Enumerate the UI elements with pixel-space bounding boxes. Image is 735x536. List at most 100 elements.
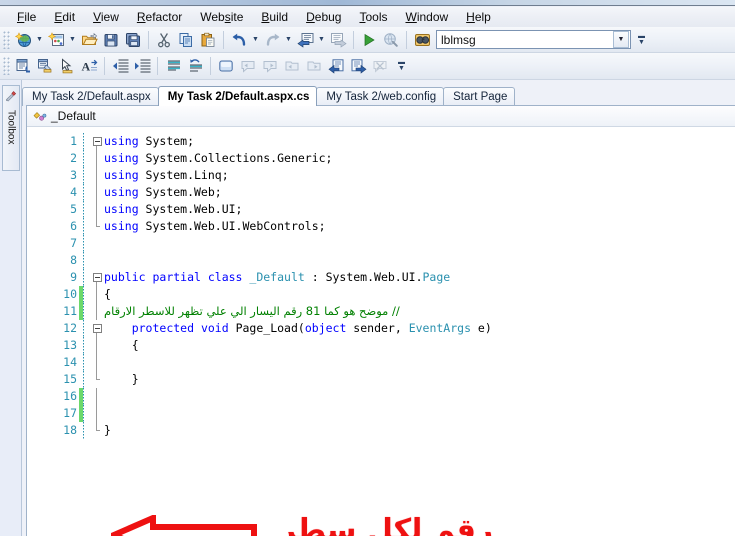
format-icon[interactable]: A <box>78 55 100 77</box>
collapse-toggle-icon[interactable] <box>93 324 102 333</box>
menu-item-file[interactable]: File <box>8 8 45 26</box>
outlining-margin[interactable] <box>90 354 104 371</box>
outlining-margin[interactable] <box>90 252 104 269</box>
code-line[interactable]: 2using System.Collections.Generic; <box>27 150 735 167</box>
code-line[interactable]: 17 <box>27 405 735 422</box>
document-tab-3[interactable]: Start Page <box>443 87 515 106</box>
redo-icon[interactable] <box>261 29 283 51</box>
next-bookmark-folder-icon[interactable] <box>303 55 325 77</box>
code-line[interactable]: 15 } <box>27 371 735 388</box>
code-line[interactable]: 18} <box>27 422 735 439</box>
code-pane[interactable]: 1using System;2using System.Collections.… <box>27 127 735 536</box>
new-website-icon[interactable] <box>12 29 34 51</box>
collapse-toggle-icon[interactable] <box>93 137 102 146</box>
code-line[interactable]: 7 <box>27 235 735 252</box>
toolbar-grip[interactable] <box>3 31 10 49</box>
menu-item-tools[interactable]: Tools <box>350 8 396 26</box>
document-tab-2[interactable]: My Task 2/web.config <box>316 87 444 106</box>
outlining-margin[interactable] <box>90 150 104 167</box>
display-window-icon[interactable] <box>12 55 34 77</box>
navigate-forward-icon[interactable] <box>327 29 349 51</box>
navigate-backward-icon[interactable] <box>294 29 316 51</box>
code-line[interactable]: 4using System.Web; <box>27 184 735 201</box>
code-line[interactable]: 10{ <box>27 286 735 303</box>
code-line[interactable]: 6using System.Web.UI.WebControls; <box>27 218 735 235</box>
outlining-margin[interactable] <box>90 337 104 354</box>
menu-item-refactor[interactable]: Refactor <box>128 8 191 26</box>
copy-icon[interactable] <box>175 29 197 51</box>
menu-item-build[interactable]: Build <box>252 8 297 26</box>
menu-item-window[interactable]: Window <box>396 8 457 26</box>
paste-icon[interactable] <box>197 29 219 51</box>
line-number: 3 <box>27 167 79 184</box>
outlining-margin[interactable] <box>90 133 104 150</box>
clear-bookmarks-icon[interactable] <box>369 55 391 77</box>
find-in-files-icon[interactable] <box>411 29 433 51</box>
menu-item-help[interactable]: Help <box>457 8 500 26</box>
type-navigation-combo[interactable]: _Default <box>33 107 104 126</box>
toggle-bookmark-icon[interactable] <box>215 55 237 77</box>
code-line[interactable]: 14 <box>27 354 735 371</box>
view-in-browser-icon[interactable] <box>380 29 402 51</box>
menu-item-website[interactable]: Website <box>191 8 252 26</box>
comment-selection-icon[interactable] <box>162 55 184 77</box>
outlining-margin[interactable] <box>90 388 104 405</box>
save-icon[interactable] <box>100 29 122 51</box>
decrease-indent-icon[interactable] <box>109 55 131 77</box>
code-line[interactable]: 9public partial class _Default : System.… <box>27 269 735 286</box>
document-tab-0[interactable]: My Task 2/Default.aspx <box>22 87 159 106</box>
pointer-select-icon[interactable] <box>56 55 78 77</box>
find-combo-dropdown-icon[interactable]: ▼ <box>613 31 629 48</box>
outlining-margin[interactable] <box>90 303 104 320</box>
navigate-dropdown-icon[interactable]: ▼ <box>316 29 327 51</box>
previous-in-file-icon[interactable] <box>325 55 347 77</box>
start-debugging-icon[interactable] <box>358 29 380 51</box>
next-bookmark-icon[interactable] <box>259 55 281 77</box>
outlining-margin[interactable] <box>90 269 104 286</box>
code-line[interactable]: 13 { <box>27 337 735 354</box>
outlining-margin[interactable] <box>90 320 104 337</box>
outlining-margin[interactable] <box>90 422 104 439</box>
outlining-margin[interactable] <box>90 167 104 184</box>
outlining-margin[interactable] <box>90 184 104 201</box>
outlining-margin[interactable] <box>90 201 104 218</box>
uncomment-selection-icon[interactable] <box>184 55 206 77</box>
open-file-icon[interactable] <box>78 29 100 51</box>
code-line[interactable]: 11// موضح هو كما 18 رقم اليسار الي علي ت… <box>27 303 735 320</box>
properties-window-icon[interactable] <box>34 55 56 77</box>
find-input[interactable] <box>437 32 613 47</box>
toolbar-overflow-icon[interactable]: ▬▼ <box>635 28 648 52</box>
code-line[interactable]: 8 <box>27 252 735 269</box>
find-combo[interactable]: ▼ <box>436 30 631 49</box>
toolbar-overflow-icon[interactable]: ▬▼ <box>395 54 408 78</box>
increase-indent-icon[interactable] <box>131 55 153 77</box>
toolbar-grip[interactable] <box>3 57 10 75</box>
outlining-margin[interactable] <box>90 371 104 388</box>
document-tab-1[interactable]: My Task 2/Default.aspx.cs <box>158 86 318 106</box>
code-line[interactable]: 3using System.Linq; <box>27 167 735 184</box>
new-project-dropdown-icon[interactable]: ▼ <box>34 29 45 51</box>
code-line[interactable]: 1using System; <box>27 133 735 150</box>
add-new-item-icon[interactable] <box>45 29 67 51</box>
outlining-margin[interactable] <box>90 405 104 422</box>
undo-icon[interactable] <box>228 29 250 51</box>
collapse-toggle-icon[interactable] <box>93 273 102 282</box>
save-all-icon[interactable] <box>122 29 144 51</box>
redo-dropdown-icon[interactable]: ▼ <box>283 29 294 51</box>
code-line[interactable]: 5using System.Web.UI; <box>27 201 735 218</box>
previous-bookmark-icon[interactable] <box>237 55 259 77</box>
cut-icon[interactable] <box>153 29 175 51</box>
code-line[interactable]: 12 protected void Page_Load(object sende… <box>27 320 735 337</box>
menu-item-edit[interactable]: Edit <box>45 8 84 26</box>
menu-item-debug[interactable]: Debug <box>297 8 350 26</box>
outlining-margin[interactable] <box>90 218 104 235</box>
next-in-file-icon[interactable] <box>347 55 369 77</box>
sidebar-item-toolbox[interactable]: Toolbox <box>2 85 20 171</box>
outlining-margin[interactable] <box>90 235 104 252</box>
outlining-margin[interactable] <box>90 286 104 303</box>
undo-dropdown-icon[interactable]: ▼ <box>250 29 261 51</box>
menu-item-view[interactable]: View <box>84 8 128 26</box>
code-line[interactable]: 16 <box>27 388 735 405</box>
add-item-dropdown-icon[interactable]: ▼ <box>67 29 78 51</box>
previous-bookmark-folder-icon[interactable] <box>281 55 303 77</box>
